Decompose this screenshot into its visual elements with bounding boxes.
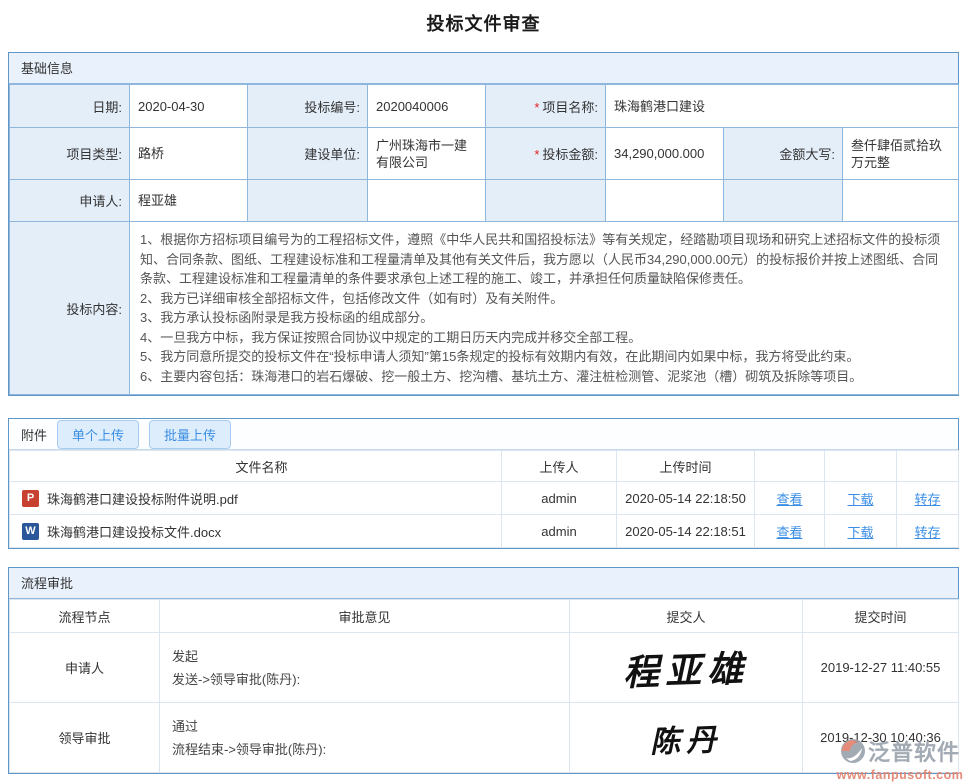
bid-content-line: 6、主要内容包括：珠海港口的岩石爆破、挖一般土方、挖沟槽、基坑土方、灌注桩检测管… (140, 367, 948, 387)
signature-text: 陈丹 (649, 714, 722, 760)
column-header-approval-opinion: 审批意见 (160, 600, 570, 633)
column-header-submitter: 提交人 (570, 600, 803, 633)
attachment-row: W 珠海鹤港口建设投标文件.docx admin 2020-05-14 22:1… (10, 515, 959, 548)
signature-text: 程亚雄 (622, 639, 750, 695)
single-upload-button[interactable]: 单个上传 (57, 420, 139, 449)
file-name-cell: W 珠海鹤港口建设投标文件.docx (10, 515, 502, 548)
approval-section-header: 流程审批 (9, 568, 958, 599)
empty-value-cell (368, 180, 486, 222)
pdf-file-icon: P (22, 490, 39, 507)
column-header-blank (897, 451, 959, 482)
approval-row: 领导审批 通过 流程结束->领导审批(陈丹): 陈丹 2019-12-30 10… (10, 703, 959, 773)
amount-words-field-label: 金额大写: (724, 128, 843, 180)
opinion-line: 发起 (172, 645, 569, 668)
view-link[interactable]: 查看 (776, 492, 802, 507)
submitter-signature-cell: 程亚雄 (570, 633, 803, 703)
approval-opinion-cell: 通过 流程结束->领导审批(陈丹): (160, 703, 570, 773)
flow-node-cell: 申请人 (10, 633, 160, 703)
approval-opinion-cell: 发起 发送->领导审批(陈丹): (160, 633, 570, 703)
bid-content-line: 4、一旦我方中标，我方保证按照合同协议中规定的工期日历天内完成并移交全部工程。 (140, 328, 948, 348)
column-header-blank (825, 451, 897, 482)
column-header-blank (755, 451, 825, 482)
transfer-link[interactable]: 转存 (914, 525, 940, 540)
view-link[interactable]: 查看 (776, 525, 802, 540)
bid-amount-field-label: *投标金额: (486, 128, 606, 180)
uploader-cell: admin (502, 482, 617, 515)
bid-number-field-value: 2020040006 (368, 85, 486, 128)
build-unit-field-value: 广州珠海市一建有限公司 (368, 128, 486, 180)
empty-label-cell (248, 180, 368, 222)
project-type-field-value: 路桥 (130, 128, 248, 180)
project-name-field-value: 珠海鹤港口建设 (606, 85, 959, 128)
attachments-label: 附件 (21, 425, 47, 444)
approval-table: 流程节点 审批意见 提交人 提交时间 申请人 发起 发送->领导审批(陈丹): … (9, 599, 959, 773)
opinion-line: 发送->领导审批(陈丹): (172, 668, 569, 691)
bid-content-field-value: 1、根据你方招标项目编号为的工程招标文件，遵照《中华人民共和国招投标法》等有关规… (130, 222, 959, 395)
date-field-value: 2020-04-30 (130, 85, 248, 128)
empty-label-cell (724, 180, 843, 222)
file-name: 珠海鹤港口建设投标文件.docx (47, 522, 221, 541)
empty-value-cell (843, 180, 959, 222)
submit-time-cell: 2019-12-30 10:40:36 (803, 703, 959, 773)
bid-content-line: 3、我方承认投标函附录是我方投标函的组成部分。 (140, 308, 948, 328)
upload-time-cell: 2020-05-14 22:18:51 (617, 515, 755, 548)
applicant-field-label: 申请人: (10, 180, 130, 222)
column-header-upload-time: 上传时间 (617, 451, 755, 482)
uploader-cell: admin (502, 515, 617, 548)
project-type-field-label: 项目类型: (10, 128, 130, 180)
attachments-section: 附件 单个上传 批量上传 文件名称 上传人 上传时间 P 珠 (8, 418, 959, 549)
bid-content-line: 1、根据你方招标项目编号为的工程招标文件，遵照《中华人民共和国招投标法》等有关规… (140, 230, 948, 289)
file-name: 珠海鹤港口建设投标附件说明.pdf (47, 489, 238, 508)
build-unit-field-label: 建设单位: (248, 128, 368, 180)
project-name-field-label: *项目名称: (486, 85, 606, 128)
attachment-row: P 珠海鹤港口建设投标附件说明.pdf admin 2020-05-14 22:… (10, 482, 959, 515)
opinion-line: 流程结束->领导审批(陈丹): (172, 738, 569, 761)
download-link[interactable]: 下载 (847, 492, 873, 507)
transfer-link[interactable]: 转存 (914, 492, 940, 507)
bid-content-line: 2、我方已详细审核全部招标文件，包括修改文件（如有时）及有关附件。 (140, 289, 948, 309)
bid-amount-field-value: 34,290,000.000 (606, 128, 724, 180)
required-mark: * (534, 147, 539, 162)
page-title: 投标文件审查 (8, 10, 959, 36)
empty-label-cell (486, 180, 606, 222)
attachments-table: 文件名称 上传人 上传时间 P 珠海鹤港口建设投标附件说明.pdf admin … (9, 450, 959, 548)
upload-time-cell: 2020-05-14 22:18:50 (617, 482, 755, 515)
approval-section: 流程审批 流程节点 审批意见 提交人 提交时间 申请人 发起 发送->领导审批(… (8, 567, 959, 774)
empty-value-cell (606, 180, 724, 222)
batch-upload-button[interactable]: 批量上传 (149, 420, 231, 449)
bid-content-line: 5、我方同意所提交的投标文件在“投标申请人须知”第15条规定的投标有效期内有效，… (140, 347, 948, 367)
required-mark: * (534, 100, 539, 115)
submitter-signature-cell: 陈丹 (570, 703, 803, 773)
applicant-field-value: 程亚雄 (130, 180, 248, 222)
page: 投标文件审查 基础信息 日期: 2020-04-30 投标编号: 2020040… (0, 0, 967, 784)
date-field-label: 日期: (10, 85, 130, 128)
word-file-icon: W (22, 523, 39, 540)
column-header-submit-time: 提交时间 (803, 600, 959, 633)
download-link[interactable]: 下载 (847, 525, 873, 540)
bid-number-field-label: 投标编号: (248, 85, 368, 128)
column-header-file-name: 文件名称 (10, 451, 502, 482)
basic-info-table: 日期: 2020-04-30 投标编号: 2020040006 *项目名称: 珠… (9, 84, 959, 395)
file-name-cell: P 珠海鹤港口建设投标附件说明.pdf (10, 482, 502, 515)
approval-row: 申请人 发起 发送->领导审批(陈丹): 程亚雄 2019-12-27 11:4… (10, 633, 959, 703)
basic-info-section: 基础信息 日期: 2020-04-30 投标编号: 2020040006 *项目… (8, 52, 959, 396)
bid-content-field-label: 投标内容: (10, 222, 130, 395)
basic-info-section-header: 基础信息 (9, 53, 958, 84)
attachments-section-header: 附件 单个上传 批量上传 (9, 419, 958, 450)
column-header-flow-node: 流程节点 (10, 600, 160, 633)
flow-node-cell: 领导审批 (10, 703, 160, 773)
opinion-line: 通过 (172, 715, 569, 738)
submit-time-cell: 2019-12-27 11:40:55 (803, 633, 959, 703)
amount-words-field-value: 叁仟肆佰贰拾玖万元整 (843, 128, 959, 180)
column-header-uploader: 上传人 (502, 451, 617, 482)
